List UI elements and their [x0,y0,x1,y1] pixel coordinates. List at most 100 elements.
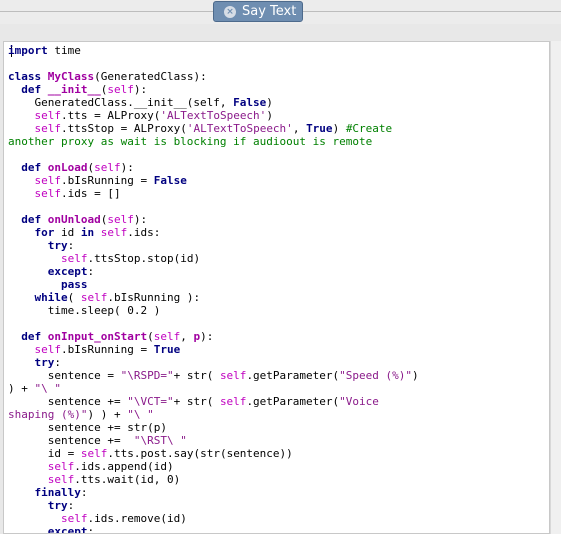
code-token: try [34,356,55,369]
code-line: self.ttsStop = ALProxy('ALTextToSpeech',… [8,122,419,135]
code-line: another proxy as wait is blocking if aud… [8,135,419,148]
code-token: ) ) + [87,408,128,421]
code-token: #Create [345,122,393,135]
code-token: : [87,525,95,534]
code-line: self.tts.wait(id, 0) [8,473,419,486]
code-token: self [60,512,88,525]
code-token: .ids: [127,226,161,239]
close-icon[interactable]: × [224,5,236,18]
tab-say-text[interactable]: × Say Text [213,1,303,22]
code-token: .bIsRunning = [61,174,154,187]
code-token: ): [133,83,148,96]
code-token: sentence += str(p) [8,421,167,434]
code-token: .getParameter( [246,395,340,408]
code-token: .ttsStop = ALProxy( [61,122,187,135]
code-line: import time [8,44,419,57]
code-line: sentence += "\VCT="+ str( self.getParame… [8,395,419,408]
code-line: except: [8,525,419,534]
code-token: try [47,239,68,252]
code-token: self [34,343,62,356]
code-line: def onUnload(self): [8,213,419,226]
code-token: self [94,161,121,174]
code-token: : [80,486,88,499]
code-token: ) [266,109,273,122]
code-token: .bIsRunning = [61,343,154,356]
vertical-scrollbar[interactable] [550,41,561,534]
code-token: self [100,226,128,239]
code-line: def onInput_onStart(self, p): [8,330,419,343]
code-line: try: [8,239,419,252]
code-token: .ids = [] [61,187,121,200]
code-token: in [80,226,95,239]
code-line: self.tts = ALProxy('ALTextToSpeech') [8,109,419,122]
code-token: ) [266,96,273,109]
code-line: GeneratedClass.__init__(self, False) [8,96,419,109]
code-line: self.ttsStop.stop(id) [8,252,419,265]
code-token: class [8,70,42,83]
code-token: time.sleep( 0.2 ) [8,304,161,317]
code-token: id = [8,447,81,460]
code-token: while [34,291,68,304]
code-token: "\RSPD=" [120,369,174,382]
code-line: self.ids.remove(id) [8,512,419,525]
code-token: onLoad [47,161,88,174]
code-line: self.ids = [] [8,187,419,200]
code-token: finally [34,486,81,499]
code-line: except: [8,265,419,278]
code-token: "Speed (%)" [339,369,413,382]
code-token: try [47,499,68,512]
code-editor[interactable]: import time class MyClass(GeneratedClass… [3,41,550,534]
code-token: .ids.append(id) [74,460,174,473]
code-text[interactable]: import time class MyClass(GeneratedClass… [8,44,419,534]
code-token: "\RST\ " [133,434,187,447]
code-line: shaping (%)") ) + "\ " [8,408,419,421]
code-token: ): [133,213,148,226]
code-line: finally: [8,486,419,499]
code-token: 'ALTextToSpeech' [160,109,267,122]
code-token: "\ " [34,382,62,395]
code-token: ) + [8,382,35,395]
code-token: def [21,83,42,96]
code-token: "Voice [339,395,379,408]
code-token: self [219,369,247,382]
code-token: , [292,122,307,135]
code-token: (GeneratedClass): [94,70,207,83]
code-token: ) [412,369,419,382]
code-token: self [153,330,181,343]
code-token: MyClass [47,70,95,83]
code-token: self [34,187,62,200]
code-token: onUnload [47,213,101,226]
code-line: time.sleep( 0.2 ) [8,304,419,317]
code-token: self [107,213,134,226]
code-token: id [54,226,81,239]
code-line: self.bIsRunning = True [8,343,419,356]
code-token: False [233,96,267,109]
code-token: ): [120,161,134,174]
code-token: .ttsStop.stop(id) [87,252,201,265]
code-token: except [47,265,88,278]
code-line: def onLoad(self): [8,161,419,174]
code-token: pass [60,278,88,291]
code-token: False [153,174,187,187]
code-line: while( self.bIsRunning ): [8,291,419,304]
code-line: try: [8,499,419,512]
code-token: .bIsRunning ): [107,291,201,304]
code-token: .ids.remove(id) [87,512,187,525]
code-token: : [54,356,61,369]
tab-label: Say Text [242,4,297,19]
code-token: + str( [173,369,220,382]
code-line: for id in self.ids: [8,226,419,239]
